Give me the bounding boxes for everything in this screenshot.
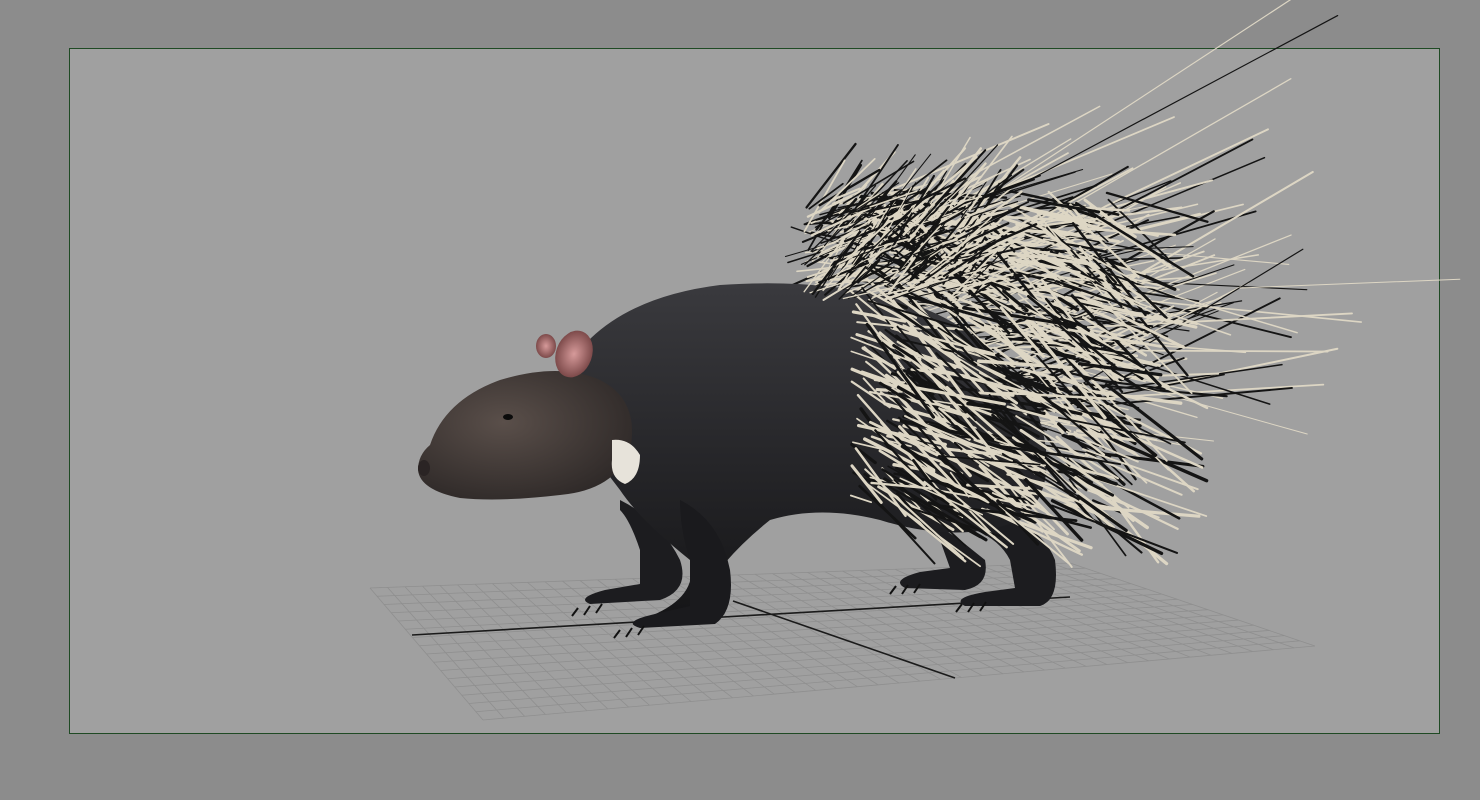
ground-grid[interactable] bbox=[369, 562, 1316, 721]
viewport-background bbox=[0, 0, 1480, 800]
3d-scene[interactable] bbox=[0, 0, 1480, 800]
